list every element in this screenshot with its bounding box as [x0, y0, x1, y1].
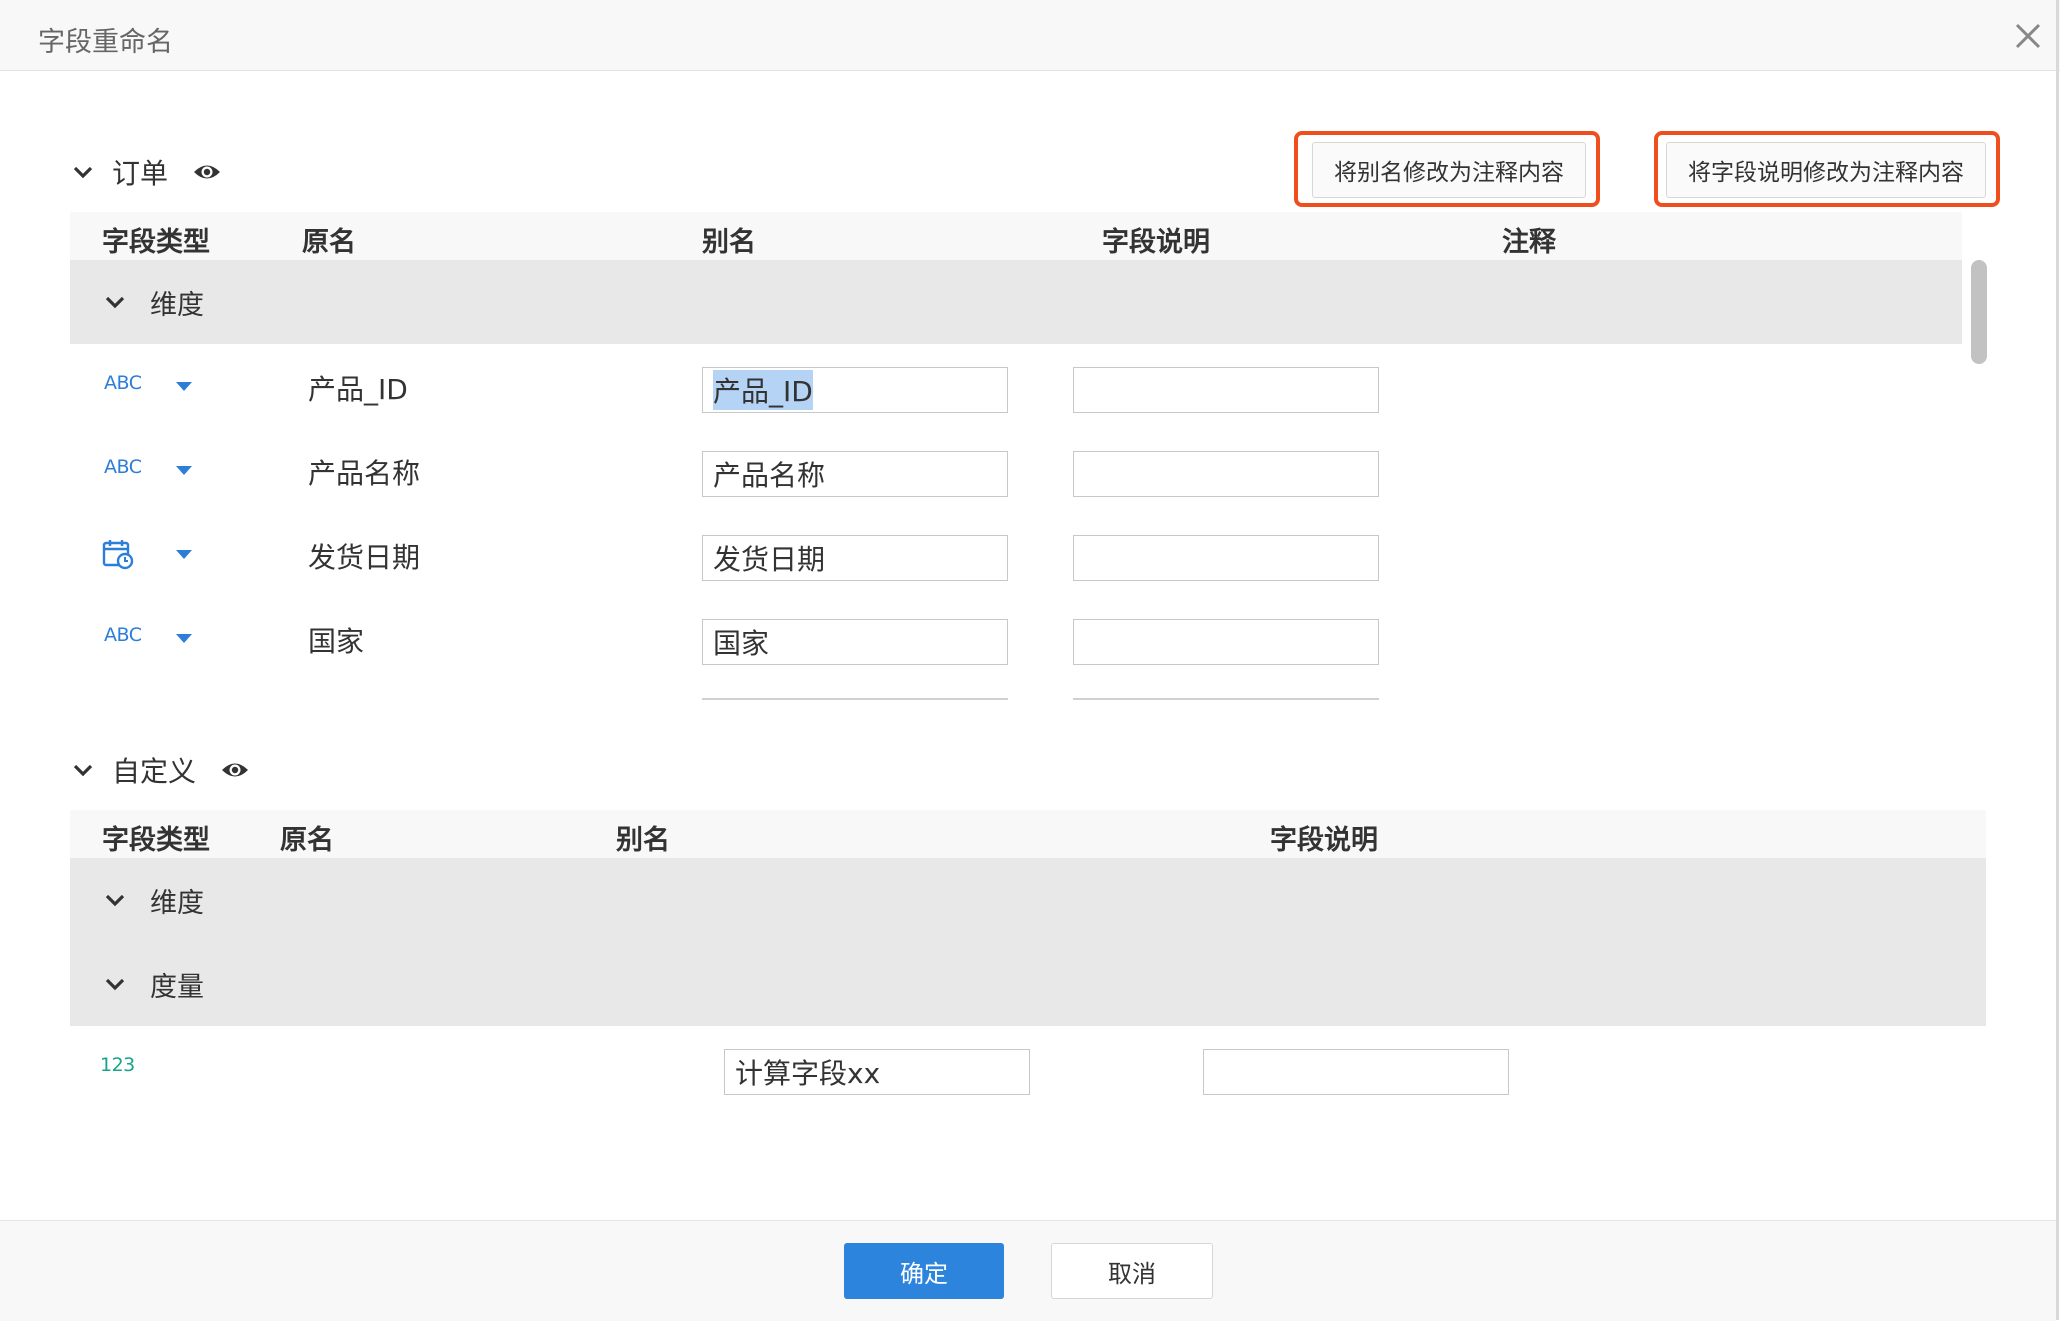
caret-down-icon[interactable] — [176, 634, 192, 643]
description-input[interactable] — [1203, 1049, 1509, 1095]
partial-input-edge — [1073, 698, 1379, 700]
group-label: 维度 — [150, 289, 204, 321]
custom-column-header: 字段类型 原名 别名 字段说明 — [70, 810, 1986, 858]
group-header[interactable]: 维度 — [102, 260, 204, 344]
caret-down-icon[interactable] — [176, 466, 192, 475]
cancel-button[interactable]: 取消 — [1051, 1243, 1213, 1299]
section-custom-header[interactable]: 自定义 — [70, 750, 250, 790]
col-description: 字段说明 — [1270, 825, 1378, 856]
custom-groups: 维度 度量 — [70, 858, 1986, 1026]
dialog-footer — [0, 1220, 2056, 1321]
chevron-down-icon[interactable] — [102, 971, 128, 997]
dialog-title: 字段重命名 — [38, 27, 173, 58]
col-alias: 别名 — [702, 227, 756, 258]
confirm-button[interactable]: 确定 — [844, 1243, 1004, 1299]
original-name: 产品名称 — [308, 457, 421, 490]
table-row: 123 计算字段xx — [70, 1026, 1986, 1110]
field-rename-dialog: 字段重命名 订单 将别名修改为注释内容 将字段说明修改为注释内容 字段类型 原名… — [0, 0, 2060, 1321]
original-name: 产品_ID — [308, 373, 408, 406]
alias-input[interactable]: 产品_ID — [702, 367, 1008, 413]
orders-dimension-group[interactable]: 维度 — [70, 260, 1962, 344]
section-orders-header[interactable]: 订单 — [70, 152, 222, 192]
group-header-dimension[interactable]: 维度 — [102, 858, 204, 942]
description-input[interactable] — [1073, 619, 1379, 665]
alias-input[interactable]: 计算字段xx — [724, 1049, 1030, 1095]
description-input[interactable] — [1073, 451, 1379, 497]
caret-down-icon[interactable] — [176, 382, 192, 391]
abc-type-icon[interactable]: ABC — [104, 372, 142, 394]
original-name: 国家 — [308, 625, 365, 658]
abc-type-icon[interactable]: ABC — [104, 624, 142, 646]
col-description: 字段说明 — [1102, 227, 1210, 258]
col-alias: 别名 — [616, 825, 670, 856]
dialog-border — [2056, 0, 2059, 1320]
chevron-down-icon[interactable] — [102, 887, 128, 913]
table-row: 发货日期 发货日期 — [70, 512, 1962, 596]
desc-to-comment-button[interactable]: 将字段说明修改为注释内容 — [1666, 142, 1986, 198]
dialog-titlebar: 字段重命名 — [0, 0, 2060, 71]
alias-input[interactable]: 发货日期 — [702, 535, 1008, 581]
table-row: ABC 国家 国家 — [70, 596, 1962, 680]
table-row: ABC 产品_ID 产品_ID — [70, 344, 1962, 428]
orders-column-header: 字段类型 原名 别名 字段说明 注释 — [70, 212, 1962, 260]
section-orders-title: 订单 — [112, 157, 169, 190]
chevron-down-icon[interactable] — [102, 289, 128, 315]
close-icon[interactable] — [2012, 20, 2044, 52]
description-input[interactable] — [1073, 367, 1379, 413]
alias-to-comment-button[interactable]: 将别名修改为注释内容 — [1312, 142, 1586, 198]
calendar-icon[interactable] — [102, 538, 134, 575]
partial-input-edge — [702, 698, 1008, 700]
col-field-type: 字段类型 — [102, 825, 210, 856]
alias-input[interactable]: 产品名称 — [702, 451, 1008, 497]
eye-icon[interactable] — [192, 161, 222, 183]
col-field-type: 字段类型 — [102, 227, 210, 258]
alias-input[interactable]: 国家 — [702, 619, 1008, 665]
description-input[interactable] — [1073, 535, 1379, 581]
table-row: ABC 产品名称 产品名称 — [70, 428, 1962, 512]
chevron-down-icon[interactable] — [70, 159, 96, 185]
abc-type-icon[interactable]: ABC — [104, 456, 142, 478]
chevron-down-icon[interactable] — [70, 757, 96, 783]
caret-down-icon[interactable] — [176, 550, 192, 559]
group-label: 度量 — [150, 971, 204, 1003]
col-original-name: 原名 — [280, 825, 334, 856]
group-label: 维度 — [150, 887, 204, 919]
selected-text: 产品_ID — [713, 370, 813, 410]
eye-icon[interactable] — [220, 759, 250, 781]
scrollbar[interactable] — [1971, 260, 1987, 364]
original-name: 发货日期 — [308, 541, 421, 574]
group-header-measure[interactable]: 度量 — [102, 942, 204, 1026]
section-custom-title: 自定义 — [112, 755, 197, 788]
number-type-icon[interactable]: 123 — [100, 1054, 135, 1076]
col-comment: 注释 — [1502, 227, 1556, 258]
col-original-name: 原名 — [302, 227, 356, 258]
